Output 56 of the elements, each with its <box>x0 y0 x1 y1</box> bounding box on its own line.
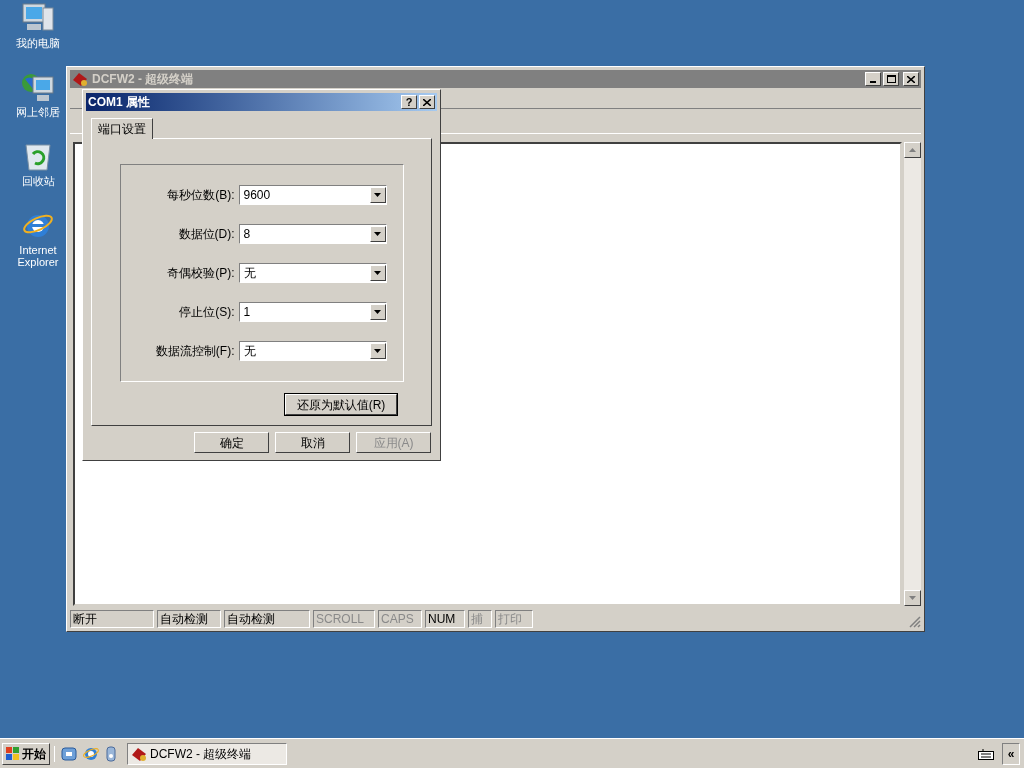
desktop-icon[interactable] <box>61 745 77 762</box>
network-computer-icon <box>21 71 55 103</box>
field-label: 奇偶校验(P): <box>166 264 236 282</box>
browser-icon[interactable] <box>83 745 99 762</box>
status-bar-panel: 自动检测 <box>224 610 310 628</box>
close-icon <box>423 98 431 106</box>
field-label: 停止位(S): <box>178 304 236 322</box>
dropdown[interactable]: 无 <box>238 341 387 362</box>
close-icon <box>907 75 915 83</box>
minimize-button[interactable] <box>865 72 881 86</box>
status-bar-panel: 断开 <box>70 610 154 628</box>
show-hidden-icons-button[interactable]: « <box>1002 742 1020 765</box>
vertical-scrollbar[interactable] <box>904 142 921 606</box>
status-bar-panel: CAPS <box>378 610 422 628</box>
caret-icon <box>374 270 381 275</box>
tab[interactable]: 端口设置 <box>91 118 153 139</box>
keyboard-icon[interactable] <box>978 747 994 760</box>
resize-grip-icon <box>909 616 921 628</box>
desktop-icon-label[interactable]: 回收站 <box>8 175 68 187</box>
media-player-icon[interactable] <box>105 745 117 762</box>
dialog-button[interactable]: 取消 <box>275 432 350 453</box>
desktop-icon-label[interactable]: 网上邻居 <box>8 106 68 118</box>
field-label: 数据位(D): <box>177 225 236 243</box>
caret-icon <box>374 231 381 236</box>
status-bar-panel: 捕 <box>468 610 492 628</box>
status-bar-panel: SCROLL <box>313 610 375 628</box>
maximize-icon <box>886 75 896 83</box>
status-bar-panel: 打印 <box>495 610 533 628</box>
caret-icon <box>374 310 381 315</box>
dialog-title: COM1 属性 <box>88 94 150 111</box>
dropdown[interactable]: 无 <box>238 262 387 283</box>
window-title: DCFW2 - 超级终端 <box>92 71 194 88</box>
up-arrow-icon <box>909 148 916 152</box>
dropdown[interactable]: 9600 <box>238 184 387 205</box>
field-label: 每秒位数(B): <box>166 186 236 204</box>
field-label: 数据流控制(F): <box>154 343 236 361</box>
close-button[interactable] <box>419 95 435 109</box>
taskbar-button[interactable]: DCFW2 - 超级终端 <box>127 742 287 765</box>
minimize-icon <box>870 81 876 83</box>
start-button[interactable]: 开始 <box>2 742 50 765</box>
maximize-button[interactable] <box>883 72 899 86</box>
desktop-icon-label[interactable]: 我的电脑 <box>8 37 68 49</box>
dropdown[interactable]: 1 <box>238 302 387 323</box>
status-bar-panel: 自动检测 <box>157 610 221 628</box>
windows-logo-icon <box>6 746 20 761</box>
desktop-icon-label[interactable]: Internet Explorer <box>8 244 68 268</box>
dropdown[interactable]: 8 <box>238 223 387 244</box>
dialog-button[interactable]: 确定 <box>194 432 269 453</box>
help-button[interactable]: ? <box>401 95 417 109</box>
restore-defaults-button[interactable]: 还原为默认值(R) <box>285 394 397 415</box>
caret-icon <box>374 192 381 197</box>
status-bar-panel: NUM <box>425 610 465 628</box>
close-button[interactable] <box>903 72 919 86</box>
computer-icon <box>21 2 55 34</box>
down-arrow-icon <box>909 596 916 600</box>
caret-icon <box>374 349 381 354</box>
